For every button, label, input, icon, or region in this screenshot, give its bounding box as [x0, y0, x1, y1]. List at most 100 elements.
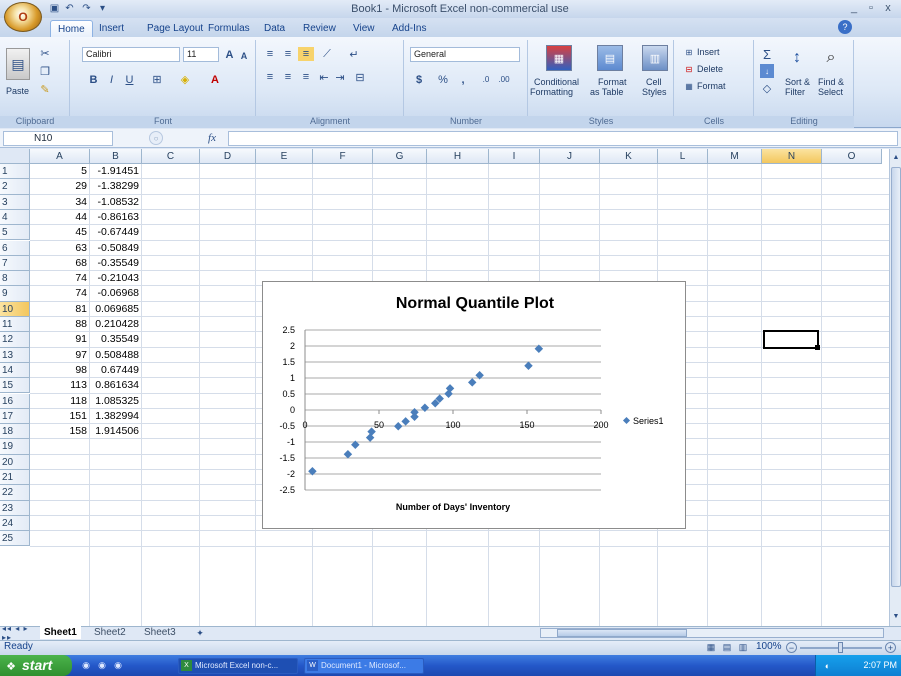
cell-a2[interactable]: 29 [30, 179, 90, 194]
cell-a13[interactable]: 97 [30, 348, 90, 363]
increase-indent-icon[interactable]: ⇥ [332, 70, 348, 84]
select-all-button[interactable] [0, 149, 30, 164]
sort-filter-icon[interactable]: ↕ [784, 45, 810, 71]
cell-b5[interactable]: -0.67449 [90, 225, 142, 240]
row-header-21[interactable]: 21 [0, 470, 30, 486]
taskbar-item-word[interactable]: Document1 - Microsof... [304, 658, 424, 674]
row-header-10[interactable]: 10 [0, 301, 30, 317]
row-header-22[interactable]: 22 [0, 485, 30, 501]
row-header-1[interactable]: 1 [0, 164, 30, 180]
row-header-15[interactable]: 15 [0, 378, 30, 394]
vertical-scrollbar[interactable]: ▲ ▼ [889, 149, 901, 626]
cell-a5[interactable]: 45 [30, 225, 90, 240]
currency-button[interactable]: $ [412, 72, 426, 87]
borders-icon[interactable]: ⊞ [148, 72, 166, 87]
cell-styles-icon[interactable]: ▥ [642, 45, 668, 71]
cell-a7[interactable]: 68 [30, 256, 90, 271]
cell-a4[interactable]: 44 [30, 210, 90, 225]
column-header-h[interactable]: H [427, 149, 489, 164]
cell-b8[interactable]: -0.21043 [90, 271, 142, 286]
row-header-6[interactable]: 6 [0, 240, 30, 256]
zoom-slider-thumb[interactable] [838, 642, 843, 653]
name-box[interactable]: N10 [3, 131, 113, 146]
row-header-14[interactable]: 14 [0, 362, 30, 379]
column-header-g[interactable]: G [373, 149, 427, 164]
cell-a17[interactable]: 151 [30, 409, 90, 424]
column-header-o[interactable]: O [822, 149, 882, 164]
find-select-button[interactable]: Find & [818, 77, 844, 87]
minimize-button[interactable]: _ [847, 1, 861, 15]
format-painter-icon[interactable]: ✎ [38, 82, 52, 96]
page-break-view-icon[interactable]: ▥ [736, 642, 750, 653]
cell-a12[interactable]: 91 [30, 332, 90, 347]
cancel-formula-icon[interactable]: ○ [149, 131, 163, 145]
chart-object[interactable]: Normal Quantile Plot 2.5 2 1.5 1 0.5 0 -0.5 -1 -1… [262, 281, 686, 529]
column-header-n[interactable]: N [762, 149, 822, 164]
row-header-23[interactable]: 23 [0, 500, 30, 516]
cell-b3[interactable]: -1.08532 [90, 195, 142, 210]
row-header-18[interactable]: 18 [0, 424, 30, 440]
align-right-icon[interactable]: ≡ [298, 70, 314, 84]
cell-a8[interactable]: 74 [30, 271, 90, 286]
row-header-3[interactable]: 3 [0, 194, 30, 210]
align-left-icon[interactable]: ≡ [262, 70, 278, 84]
align-top-icon[interactable]: ≡ [262, 47, 278, 61]
tab-formulas[interactable]: Formulas [206, 20, 252, 37]
undo-icon[interactable]: ↶ [63, 2, 76, 15]
taskbar-item-excel[interactable]: Microsoft Excel non-c... [178, 658, 298, 674]
cell-b10[interactable]: 0.069685 [90, 302, 142, 317]
save-icon[interactable]: ▣ [48, 2, 61, 15]
tab-page-layout[interactable]: Page Layout [145, 20, 205, 37]
tab-home[interactable]: Home [50, 20, 93, 37]
close-button[interactable]: x [881, 1, 895, 15]
column-header-b[interactable]: B [90, 149, 142, 164]
row-header-13[interactable]: 13 [0, 347, 30, 363]
row-header-9[interactable]: 9 [0, 286, 30, 302]
horizontal-scrollbar[interactable] [540, 628, 884, 638]
column-header-j[interactable]: J [540, 149, 600, 164]
copy-icon[interactable]: ❐ [38, 64, 52, 78]
comma-button[interactable]: , [456, 72, 470, 87]
zoom-out-icon[interactable]: − [786, 642, 797, 653]
page-layout-view-icon[interactable]: ▤ [720, 642, 734, 653]
cell-a1[interactable]: 5 [30, 164, 90, 179]
shrink-font-icon[interactable]: A [238, 49, 250, 62]
column-header-f[interactable]: F [313, 149, 373, 164]
tab-data[interactable]: Data [262, 20, 287, 37]
sort-filter-button[interactable]: Sort & [785, 77, 810, 87]
tab-sheet3[interactable]: Sheet3 [140, 626, 180, 639]
cell-b12[interactable]: 0.35549 [90, 332, 142, 347]
percent-button[interactable]: % [436, 72, 450, 87]
tab-review[interactable]: Review [301, 20, 338, 37]
office-button[interactable]: O [4, 2, 42, 32]
conditional-formatting-icon[interactable]: ▦ [546, 45, 572, 71]
cell-b11[interactable]: 0.210428 [90, 317, 142, 332]
sheet-nav-icon[interactable]: ◂◂ ◂ ▸ ▸▸ [2, 624, 38, 642]
wrap-text-icon[interactable]: ↵ [346, 47, 362, 61]
cell-a3[interactable]: 34 [30, 195, 90, 210]
cell-a9[interactable]: 74 [30, 286, 90, 301]
autosum-icon[interactable]: Σ [760, 47, 774, 62]
cell-b1[interactable]: -1.91451 [90, 164, 142, 179]
italic-button[interactable]: I [104, 72, 119, 87]
find-select-icon[interactable]: ⌕ [818, 45, 844, 71]
row-header-17[interactable]: 17 [0, 408, 30, 425]
row-header-7[interactable]: 7 [0, 255, 30, 272]
quicklaunch-icon-3[interactable]: ◉ [112, 659, 124, 671]
cut-icon[interactable]: ✂ [38, 46, 52, 60]
column-header-c[interactable]: C [142, 149, 200, 164]
align-middle-icon[interactable]: ≡ [280, 47, 296, 61]
font-size-select[interactable]: 11 [183, 47, 219, 62]
row-header-8[interactable]: 8 [0, 271, 30, 287]
hscroll-thumb[interactable] [557, 629, 687, 637]
cell-a11[interactable]: 88 [30, 317, 90, 332]
cell-a15[interactable]: 113 [30, 378, 90, 393]
paste-button[interactable]: Paste [6, 86, 29, 96]
decrease-indent-icon[interactable]: ⇤ [316, 70, 332, 84]
help-icon[interactable]: ? [838, 20, 852, 34]
quicklaunch-icon-2[interactable]: ◉ [96, 659, 108, 671]
insert-function-button[interactable]: fx [203, 131, 221, 145]
tab-insert[interactable]: Insert [97, 20, 126, 37]
normal-view-icon[interactable]: ▦ [704, 642, 718, 653]
row-header-25[interactable]: 25 [0, 531, 30, 547]
